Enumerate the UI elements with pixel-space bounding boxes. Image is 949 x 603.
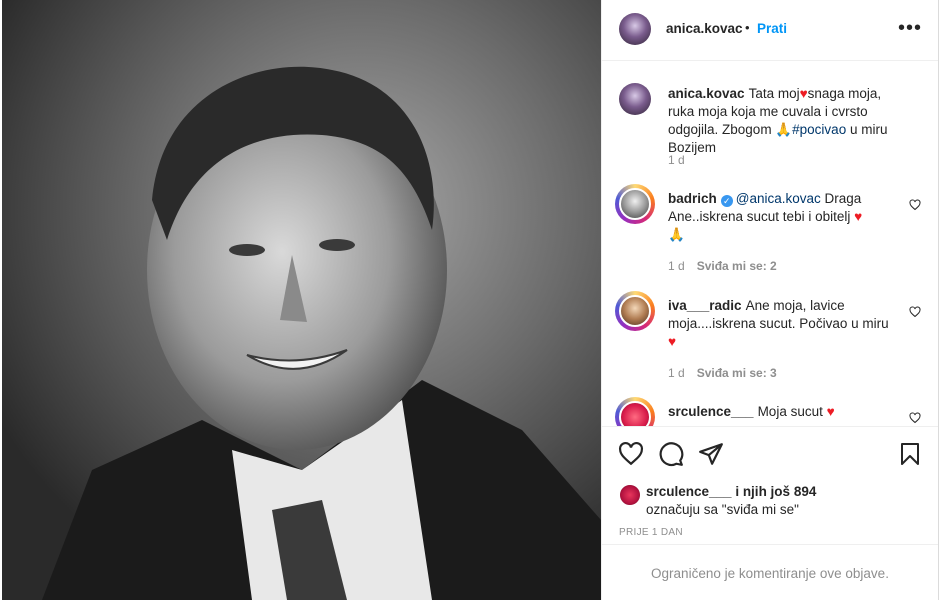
caption-username[interactable]: anica.kovac — [668, 86, 745, 101]
post-photo[interactable] — [2, 0, 601, 600]
author-username[interactable]: anica.kovac — [666, 21, 743, 36]
post-side-panel: anica.kovac • Prati ••• anica.kovac Tata … — [601, 0, 939, 600]
liker-avatar[interactable] — [619, 484, 641, 506]
comment-username[interactable]: iva___radic — [668, 298, 742, 313]
comments-list[interactable]: anica.kovac Tata moj♥snaga moja, ruka moj… — [602, 61, 938, 426]
caption-text: anica.kovac Tata moj♥snaga moja, ruka moj… — [668, 85, 894, 157]
story-ring[interactable] — [615, 184, 655, 224]
action-bar — [602, 426, 938, 479]
comment-likes[interactable]: Sviđa mi se: 2 — [697, 259, 777, 273]
comment-meta: 1 d Sviđa mi se: 2 — [668, 259, 777, 273]
post-header: anica.kovac • Prati ••• — [602, 0, 938, 61]
commenter-avatar — [619, 401, 651, 426]
red-heart-emoji-icon: ♥ — [668, 334, 677, 349]
comment-text: iva___radic Ane moja, lavice moja....iskr… — [668, 297, 894, 351]
more-options-icon[interactable]: ••• — [898, 18, 922, 38]
paper-plane-icon[interactable] — [698, 441, 724, 467]
caption-avatar[interactable] — [619, 83, 651, 115]
likes-summary: srculence___ i njih još 894 označuju sa … — [602, 480, 938, 525]
comment-likes[interactable]: Sviđa mi se: 3 — [697, 366, 777, 380]
likes-count[interactable]: i njih još 894 — [732, 484, 816, 499]
mention-link[interactable]: @anica.kovac — [736, 191, 821, 206]
comment-like-heart-icon[interactable] — [909, 199, 921, 211]
red-heart-emoji-icon: ♥ — [826, 404, 835, 419]
comment-meta: 1 d Sviđa mi se: 3 — [668, 366, 777, 380]
praying-hands-emoji-icon: 🙏 — [668, 227, 685, 242]
instagram-post: anica.kovac • Prati ••• anica.kovac Tata … — [0, 0, 949, 603]
likes-line-1: srculence___ i njih još 894 — [646, 484, 816, 499]
heart-icon[interactable] — [618, 441, 644, 467]
commenter-avatar — [619, 295, 651, 327]
red-heart-emoji-icon: ♥ — [799, 86, 808, 101]
comments-disabled-text: Ograničeno je komentiranje ove objave. — [651, 566, 889, 581]
photo-illustration — [2, 0, 601, 600]
praying-hands-emoji-icon: 🙏 — [775, 122, 793, 137]
comment-text: badrich ✓ @anica.kovac Draga Ane..iskrena … — [668, 190, 894, 244]
comment-like-heart-icon[interactable] — [909, 412, 921, 424]
comment-time[interactable]: 1 d — [668, 366, 685, 380]
caption-part-1: Tata moj — [748, 86, 800, 101]
liker-username[interactable]: srculence___ — [646, 484, 732, 499]
likes-line-2: označuju sa "sviđa mi se" — [646, 502, 799, 517]
comments-disabled-footer: Ograničeno je komentiranje ove objave. — [602, 544, 938, 601]
commenter-avatar — [619, 188, 651, 220]
caption-time[interactable]: 1 d — [668, 153, 685, 167]
separator-dot: • — [745, 20, 750, 35]
comment-body: Moja sucut — [757, 404, 823, 419]
comment-text: srculence___ Moja sucut ♥ — [668, 403, 894, 421]
comment-time[interactable]: 1 d — [668, 259, 685, 273]
story-ring[interactable] — [615, 397, 655, 426]
bookmark-icon[interactable] — [898, 441, 922, 467]
comment-username[interactable]: badrich — [668, 191, 717, 206]
comment-username[interactable]: srculence___ — [668, 404, 754, 419]
post-time-ago[interactable]: PRIJE 1 DAN — [619, 527, 683, 538]
verified-badge-icon: ✓ — [720, 195, 733, 207]
story-ring[interactable] — [615, 291, 655, 331]
comment-like-heart-icon[interactable] — [909, 306, 921, 318]
hashtag-link[interactable]: #pocivao — [792, 122, 846, 137]
author-avatar[interactable] — [619, 13, 651, 45]
follow-button[interactable]: Prati — [757, 21, 787, 36]
comment-icon[interactable] — [658, 441, 684, 467]
red-heart-emoji-icon: ♥ — [854, 209, 863, 224]
